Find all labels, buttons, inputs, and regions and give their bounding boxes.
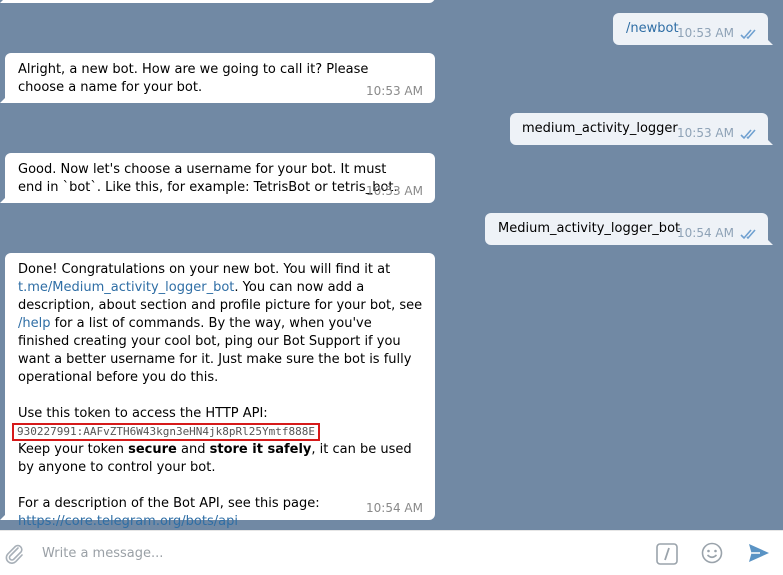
- message-time: 10:54 AM: [366, 501, 423, 515]
- api-docs-label: For a description of the Bot API, see th…: [18, 496, 320, 511]
- paragraph-security: Keep your token secure and store it safe…: [18, 442, 412, 475]
- message-time: 10:53 AM: [366, 184, 423, 198]
- read-checkmarks-icon: [740, 128, 760, 140]
- message-time: 10:54 AM: [677, 226, 734, 240]
- help-command-link[interactable]: /help: [18, 316, 50, 331]
- message-input[interactable]: Write a message...: [42, 546, 163, 561]
- message-outgoing[interactable]: medium_activity_logger 10:53 AM: [510, 113, 773, 145]
- message-text[interactable]: /newbot: [626, 20, 679, 38]
- bot-command-icon[interactable]: [656, 543, 678, 569]
- message-text: Alright, a new bot. How are we going to …: [18, 62, 369, 95]
- message-bubble-partial: [0, 0, 435, 3]
- message-time: 10:53 AM: [677, 26, 734, 40]
- message-text: medium_activity_logger: [522, 121, 678, 136]
- message-time: 10:53 AM: [366, 84, 423, 98]
- message-incoming[interactable]: Done! Congratulations on your new bot. Y…: [0, 253, 435, 529]
- emoji-icon[interactable]: [701, 542, 723, 568]
- bot-link[interactable]: t.me/Medium_activity_logger_bot: [18, 280, 234, 295]
- message-text: Medium_activity_logger_bot: [498, 221, 681, 236]
- message-outgoing[interactable]: Medium_activity_logger_bot 10:54 AM: [485, 213, 773, 245]
- paragraph-intro: Done! Congratulations on your new bot. Y…: [18, 262, 423, 385]
- message-incoming[interactable]: Alright, a new bot. How are we going to …: [0, 53, 435, 103]
- api-token[interactable]: 930227991:AAFvZTH6W43kgn3eHN4jk8pRl25Ymt…: [12, 423, 321, 441]
- message-body: Done! Congratulations on your new bot. Y…: [12, 261, 423, 530]
- message-text: Good. Now let's choose a username for yo…: [18, 162, 398, 195]
- send-icon[interactable]: [747, 541, 771, 569]
- api-docs-link[interactable]: https://core.telegram.org/bots/api: [18, 514, 238, 529]
- message-time: 10:53 AM: [677, 126, 734, 140]
- message-composer: Write a message...: [0, 530, 783, 575]
- message-outgoing[interactable]: /newbot 10:53 AM: [613, 13, 773, 45]
- message-incoming[interactable]: Good. Now let's choose a username for yo…: [0, 153, 435, 203]
- read-checkmarks-icon: [740, 28, 760, 40]
- read-checkmarks-icon: [740, 228, 760, 240]
- chat-area[interactable]: /newbot 10:53 AM Alright, a new bot. How…: [0, 0, 783, 530]
- token-label: Use this token to access the HTTP API:: [18, 406, 268, 421]
- attach-icon[interactable]: [3, 542, 25, 568]
